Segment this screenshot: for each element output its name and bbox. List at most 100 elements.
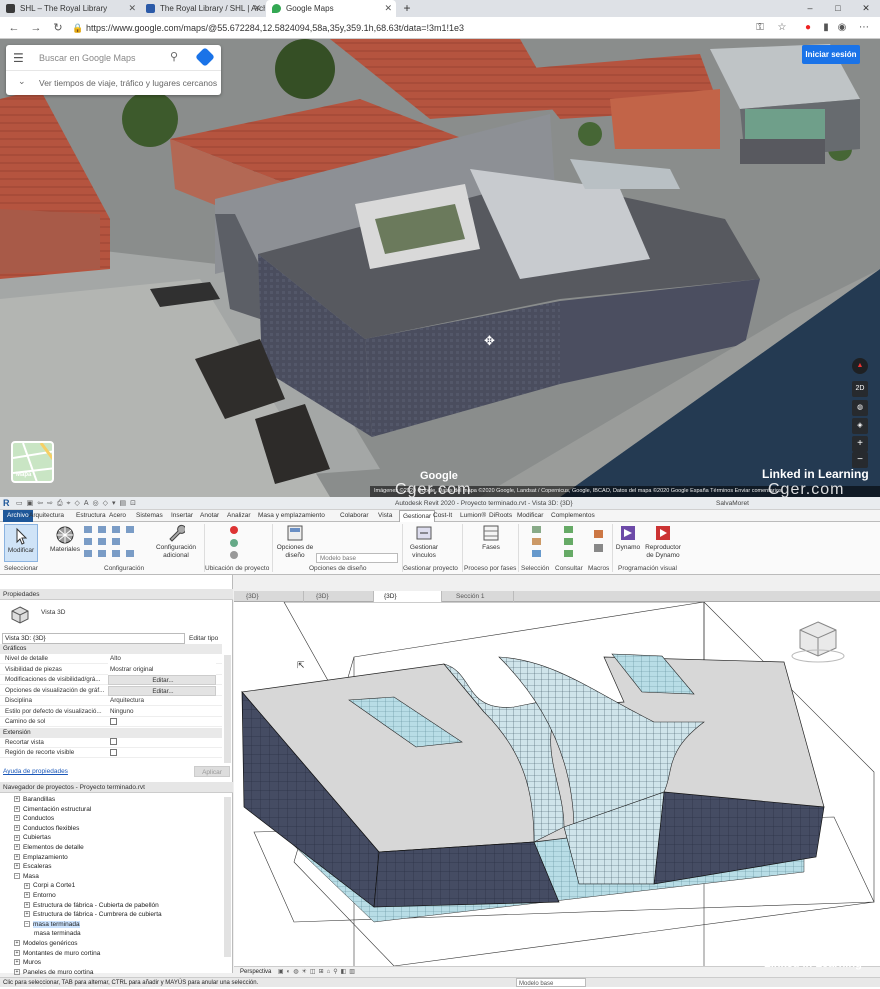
expand-icon[interactable]: + — [24, 911, 30, 918]
design-options-button[interactable]: Opciones de diseño — [275, 524, 315, 560]
ribbon-tab-12[interactable]: Cost-It — [433, 510, 452, 522]
checkbox[interactable] — [110, 748, 117, 756]
close-icon[interactable]: ✕ — [128, 0, 136, 17]
property-value[interactable]: Ninguno — [108, 707, 216, 717]
avatar-icon[interactable]: ◉ — [834, 20, 850, 36]
expand-icon[interactable]: + — [14, 805, 20, 812]
view-tab-2[interactable]: {3D} — [374, 591, 442, 602]
new-tab-button[interactable]: + — [400, 0, 414, 17]
checkbox[interactable] — [110, 717, 117, 725]
close-icon[interactable]: ✕ — [253, 0, 261, 17]
back-arrow-icon[interactable]: ← — [6, 20, 22, 36]
property-value[interactable] — [108, 748, 216, 758]
view-cube-icon[interactable] — [808, 632, 848, 672]
tree-item[interactable]: + Montantes de muro cortina — [14, 949, 100, 959]
edit-button[interactable]: Editar... — [108, 675, 216, 685]
compass-icon[interactable]: ▲ — [852, 358, 868, 374]
view-type-select[interactable]: Vista 3D: {3D} — [2, 633, 185, 644]
expand-icon[interactable]: + — [24, 901, 30, 908]
travel-times-link[interactable]: Ver tiempos de viaje, tráfico y lugares … — [39, 78, 217, 88]
quick-access-icons[interactable]: ▭▣⇦⇨⎙⌖◇A◎◇▾▤⊡ — [16, 499, 140, 508]
property-category[interactable]: Extensión — [0, 727, 222, 738]
scrollbar[interactable] — [224, 655, 231, 763]
tree-item[interactable]: + Estructura de fábrica - Cumbrera de cub… — [24, 910, 162, 920]
zoom-in-button[interactable]: + — [852, 436, 868, 452]
globe-icon[interactable]: ◍ — [852, 400, 868, 416]
status-model-select[interactable]: Modelo base — [516, 978, 586, 987]
tree-item[interactable]: + Elementos de detalle — [14, 843, 84, 853]
search-input[interactable]: Buscar en Google Maps — [39, 53, 136, 63]
dynamo-button[interactable]: Dynamo — [614, 524, 642, 552]
ribbon-tab-7[interactable]: Analizar — [227, 510, 250, 522]
settings-small-icons[interactable] — [84, 526, 148, 562]
more-menu-icon[interactable]: ⋯ — [856, 20, 872, 36]
tree-item[interactable]: + Corpi a Corte1 — [24, 881, 75, 891]
ribbon-tab-9[interactable]: Colaborar — [340, 510, 369, 522]
expand-icon[interactable]: + — [14, 959, 20, 966]
view-control-icons[interactable]: ▣◐◍☀◫⊞⌂⚲◧▥ — [278, 967, 358, 977]
expand-icon[interactable]: + — [24, 892, 30, 899]
tree-item[interactable]: + Cimentación estructural — [14, 805, 91, 815]
ribbon-tab-6[interactable]: Anotar — [200, 510, 219, 522]
properties-help-link[interactable]: Ayuda de propiedades — [3, 768, 68, 775]
tab-archdaily[interactable]: The Royal Library / SHL | ArchDa ✕ — [140, 0, 265, 17]
ribbon-tab-2[interactable]: Estructura — [76, 510, 106, 522]
expand-icon[interactable]: + — [14, 853, 20, 860]
expand-icon[interactable]: + — [14, 796, 20, 803]
checkbox[interactable] — [110, 738, 117, 746]
expand-icon[interactable]: + — [14, 863, 20, 870]
tree-item[interactable]: − masa terminada — [24, 920, 80, 930]
view-tab-3[interactable]: Sección 1 — [446, 591, 514, 602]
ribbon-tab-1[interactable]: Arquitectura — [29, 510, 64, 522]
chevron-down-icon[interactable]: ⌄ — [18, 76, 26, 87]
map-canvas[interactable] — [0, 39, 880, 497]
tree-item[interactable]: + Conductos — [14, 814, 54, 824]
ribbon-tab-8[interactable]: Masa y emplazamiento — [258, 510, 325, 522]
expand-icon[interactable]: + — [14, 825, 20, 832]
map-layer-toggle[interactable]: Mapa — [11, 441, 54, 483]
close-window-button[interactable]: ✕ — [856, 0, 876, 17]
property-value[interactable]: Alto — [108, 654, 216, 664]
url-field[interactable]: https://www.google.com/maps/@55.672284,1… — [86, 20, 746, 36]
additional-settings-button[interactable]: Configuración adicional — [152, 524, 200, 560]
expand-icon[interactable]: + — [14, 969, 20, 976]
property-category[interactable]: Gráficos — [0, 644, 222, 654]
minimize-button[interactable]: – — [800, 0, 820, 17]
pegman-icon[interactable]: ◈ — [852, 418, 868, 434]
tree-item[interactable]: + Modelos genéricos — [14, 939, 78, 949]
revit-logo-icon[interactable]: R — [3, 498, 10, 508]
3d-view-canvas[interactable]: ⇱ — [234, 602, 880, 966]
ribbon-tab-4[interactable]: Sistemas — [136, 510, 163, 522]
expand-icon[interactable]: + — [14, 949, 20, 956]
maximize-button[interactable]: □ — [828, 0, 848, 17]
signin-button[interactable]: Iniciar sesión — [802, 45, 860, 64]
star-icon[interactable]: ☆ — [774, 20, 790, 36]
tree-item[interactable]: + Escaleras — [14, 862, 52, 872]
ribbon-tab-15[interactable]: Modificar — [517, 510, 543, 522]
ribbon-tab-13[interactable]: Lumion® — [460, 510, 486, 522]
collapse-icon[interactable]: − — [14, 873, 20, 880]
macros-icons[interactable] — [592, 526, 608, 562]
property-value[interactable]: Arquitectura — [108, 696, 216, 706]
ribbon-tab-3[interactable]: Acero — [109, 510, 126, 522]
modify-button[interactable]: Modificar — [4, 524, 38, 562]
key-icon[interactable]: ⚿ — [752, 20, 768, 36]
ribbon-tab-16[interactable]: Complementos — [551, 510, 595, 522]
dynamo-player-button[interactable]: Reproductor de Dynamo — [642, 524, 684, 560]
tree-item[interactable]: + Cubiertas — [14, 833, 51, 843]
expand-icon[interactable]: + — [14, 834, 20, 841]
tree-item[interactable]: + Emplazamiento — [14, 853, 68, 863]
tree-item[interactable]: + Conductos flexibles — [14, 824, 79, 834]
expand-icon[interactable]: + — [14, 815, 20, 822]
zoom-out-button[interactable]: − — [852, 452, 868, 468]
view-mode-label[interactable]: Perspectiva — [240, 967, 271, 977]
ribbon-tab-5[interactable]: Insertar — [171, 510, 193, 522]
property-value[interactable]: Mostrar original — [108, 664, 216, 675]
view-tab-0[interactable]: {3D} — [236, 591, 304, 602]
collapse-icon[interactable]: − — [24, 921, 30, 928]
opera-icon[interactable]: ● — [800, 20, 816, 36]
tree-item[interactable]: − Masa — [14, 872, 39, 882]
expand-icon[interactable]: + — [14, 844, 20, 851]
scrollbar[interactable] — [224, 797, 231, 957]
close-icon[interactable]: ✕ — [384, 0, 392, 17]
